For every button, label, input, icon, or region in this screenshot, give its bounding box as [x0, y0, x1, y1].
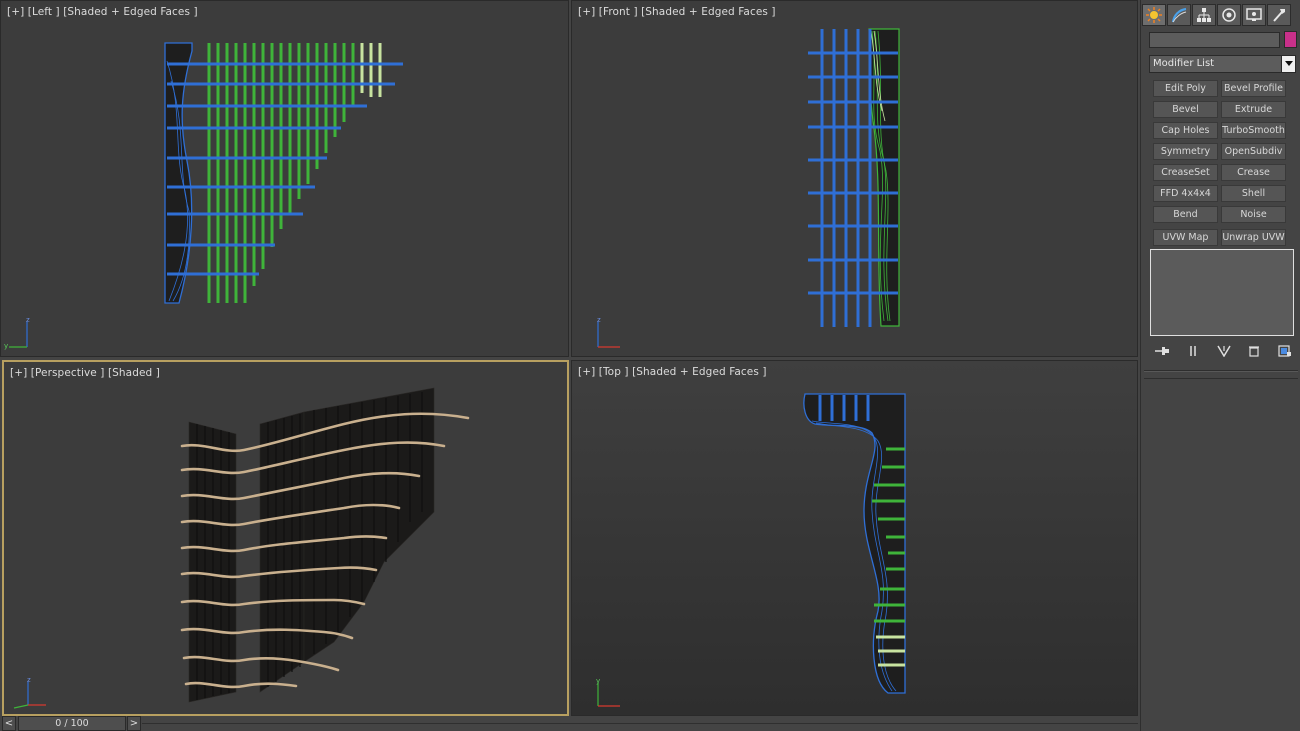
edit-poly-button[interactable]: Edit Poly: [1153, 80, 1218, 97]
viewport-top[interactable]: [+] [Top ] [Shaded + Edged Faces ] y: [571, 360, 1138, 716]
svg-text:z: z: [597, 316, 601, 324]
uvw-map-button[interactable]: UVW Map: [1153, 229, 1218, 246]
perspective-view-geometry: [180, 387, 470, 703]
show-end-result-button[interactable]: [1182, 343, 1204, 359]
shell-button[interactable]: Shell: [1221, 185, 1286, 202]
viewport-perspective[interactable]: [+] [Perspective ] [Shaded ] z: [2, 360, 569, 716]
viewport-front-label[interactable]: [+] [Front ] [Shaded + Edged Faces ]: [578, 6, 776, 18]
viewport-perspective-mode[interactable]: [Shaded ]: [108, 367, 160, 379]
opensubdiv-button[interactable]: OpenSubdiv: [1221, 143, 1286, 160]
make-unique-icon: [1216, 345, 1231, 357]
rollout-separator: [1144, 378, 1298, 379]
cap-holes-button[interactable]: Cap Holes: [1153, 122, 1218, 139]
extrude-button[interactable]: Extrude: [1221, 101, 1286, 118]
utilities-tab[interactable]: [1267, 4, 1291, 26]
noise-button[interactable]: Noise: [1221, 206, 1286, 223]
utilities-icon: [1273, 9, 1285, 22]
axis-tripod-icon: y: [596, 677, 620, 707]
pin-stack-button[interactable]: [1151, 343, 1173, 359]
motion-tab[interactable]: [1217, 4, 1241, 26]
hierarchy-icon: [1197, 8, 1211, 22]
viewport-front-view[interactable]: [Front ]: [599, 6, 638, 18]
viewport-left-menu[interactable]: [+]: [7, 6, 24, 18]
axis-tripod-icon: z: [597, 316, 620, 348]
motion-icon: [1222, 8, 1236, 22]
display-icon: [1246, 8, 1262, 21]
viewport-top-menu[interactable]: [+]: [578, 366, 595, 378]
create-tab[interactable]: [1142, 4, 1166, 26]
app-window: [+] [Left ] [Shaded + Edged Faces ] z y: [0, 0, 1300, 731]
show-end-result-icon: [1190, 346, 1196, 356]
configure-icon: [1278, 345, 1291, 357]
creaseset-button[interactable]: CreaseSet: [1153, 164, 1218, 181]
modifier-list-dropdown[interactable]: Modifier List: [1149, 55, 1296, 73]
bend-button[interactable]: Bend: [1153, 206, 1218, 223]
object-color-swatch[interactable]: [1284, 31, 1297, 48]
ffd-button[interactable]: FFD 4x4x4: [1153, 185, 1218, 202]
time-slider[interactable]: < 0 / 100 >: [0, 716, 1140, 731]
next-frame-button[interactable]: >: [127, 716, 141, 731]
viewport-top-view[interactable]: [Top ]: [599, 366, 629, 378]
viewport-front[interactable]: [+] [Front ] [Shaded + Edged Faces ] z: [571, 0, 1138, 357]
viewport-front-mode[interactable]: [Shaded + Edged Faces ]: [641, 6, 776, 18]
front-view-geometry: [808, 28, 900, 327]
viewport-perspective-view[interactable]: [Perspective ]: [31, 367, 105, 379]
top-view-geometry: [803, 393, 906, 694]
remove-modifier-button[interactable]: [1243, 343, 1265, 359]
modifier-list-label: Modifier List: [1153, 58, 1215, 69]
viewport-left-mode[interactable]: [Shaded + Edged Faces ]: [63, 6, 198, 18]
modifier-stack[interactable]: [1150, 249, 1294, 336]
viewport-left[interactable]: [+] [Left ] [Shaded + Edged Faces ] z y: [0, 0, 569, 357]
svg-text:z: z: [26, 316, 30, 324]
axis-tripod-icon: z y: [4, 316, 30, 350]
bevel-profile-button[interactable]: Bevel Profile: [1221, 80, 1286, 97]
prev-frame-button[interactable]: <: [2, 716, 16, 731]
svg-text:z: z: [27, 676, 31, 684]
configure-modifier-sets-button[interactable]: [1274, 343, 1296, 359]
left-view-geometry: [164, 42, 403, 304]
bevel-button[interactable]: Bevel: [1153, 101, 1218, 118]
crease-button[interactable]: Crease: [1221, 164, 1286, 181]
time-slider-thumb[interactable]: 0 / 100: [18, 716, 126, 731]
chevron-down-icon[interactable]: [1281, 56, 1295, 72]
create-icon: [1146, 7, 1162, 23]
rollout-separator: [1144, 370, 1298, 372]
viewport-top-label[interactable]: [+] [Top ] [Shaded + Edged Faces ]: [578, 366, 767, 378]
modify-icon: [1171, 7, 1187, 23]
object-name-field[interactable]: [1149, 32, 1280, 48]
modifier-sets: Edit Poly Bevel Profile Bevel Extrude Ca…: [1153, 80, 1289, 246]
viewport-left-view[interactable]: [Left ]: [28, 6, 60, 18]
trash-icon: [1249, 346, 1260, 357]
modify-tab[interactable]: [1167, 4, 1191, 26]
axis-tripod-icon: z: [13, 676, 46, 709]
display-tab[interactable]: [1242, 4, 1266, 26]
command-panel: Modifier List Edit Poly Bevel Profile Be…: [1140, 0, 1300, 731]
turbosmooth-button[interactable]: TurboSmooth: [1221, 122, 1286, 139]
command-panel-tabs: [1141, 4, 1300, 26]
symmetry-button[interactable]: Symmetry: [1153, 143, 1218, 160]
viewport-left-label[interactable]: [+] [Left ] [Shaded + Edged Faces ]: [7, 6, 198, 18]
viewport-front-menu[interactable]: [+]: [578, 6, 595, 18]
make-unique-button[interactable]: [1213, 343, 1235, 359]
viewport-top-mode[interactable]: [Shaded + Edged Faces ]: [632, 366, 767, 378]
svg-text:y: y: [4, 342, 8, 350]
track-bar[interactable]: [142, 723, 1138, 724]
modifier-stack-toolbar: [1151, 342, 1296, 360]
unwrap-uvw-button[interactable]: Unwrap UVW: [1221, 229, 1286, 246]
svg-text:y: y: [596, 677, 600, 685]
hierarchy-tab[interactable]: [1192, 4, 1216, 26]
viewport-perspective-menu[interactable]: [+]: [10, 367, 27, 379]
pin-icon: [1155, 347, 1169, 355]
viewport-perspective-label[interactable]: [+] [Perspective ] [Shaded ]: [10, 367, 160, 379]
